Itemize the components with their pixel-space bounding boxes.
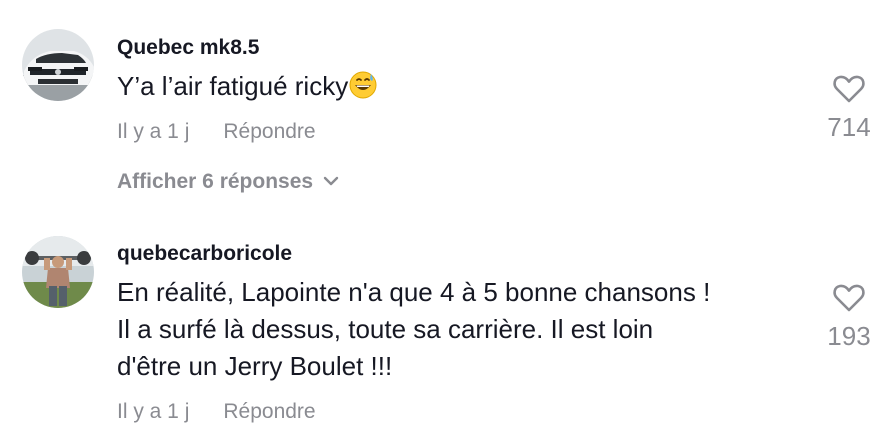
grinning-face-with-sweat-icon bbox=[349, 71, 377, 99]
comment-text: En réalité, Lapointe n'a que 4 à 5 bonne… bbox=[117, 274, 710, 385]
view-replies-label: Afficher 6 réponses bbox=[117, 170, 314, 193]
like-count: 714 bbox=[827, 112, 871, 142]
like-button[interactable]: 193 bbox=[814, 283, 884, 352]
chevron-down-icon bbox=[323, 176, 339, 186]
heart-outline-icon[interactable] bbox=[832, 283, 866, 313]
comment-timestamp: Il y a 1 j bbox=[117, 120, 190, 143]
avatar[interactable] bbox=[22, 236, 94, 308]
comment-meta: Il y a 1 j Répondre bbox=[117, 120, 316, 144]
comment-text-line: d'être un Jerry Boulet !!! bbox=[117, 351, 393, 381]
comment-timestamp: Il y a 1 j bbox=[117, 400, 190, 423]
reply-button[interactable]: Répondre bbox=[223, 400, 315, 423]
like-count: 193 bbox=[827, 321, 871, 351]
comment-text-line: Y’a l’air fatigué ricky bbox=[117, 71, 349, 101]
comment-text-line: En réalité, Lapointe n'a que 4 à 5 bonne… bbox=[117, 277, 711, 307]
person-avatar-image bbox=[22, 236, 94, 308]
comment-username[interactable]: quebecarboricole bbox=[117, 242, 292, 266]
heart-outline-icon[interactable] bbox=[832, 74, 866, 104]
comment-text-line: Il a surfé là dessus, toute sa carrière.… bbox=[117, 314, 654, 344]
comment-username[interactable]: Quebec mk8.5 bbox=[117, 36, 259, 60]
avatar[interactable] bbox=[22, 29, 94, 101]
like-button[interactable]: 714 bbox=[814, 74, 884, 143]
view-replies-button[interactable]: Afficher 6 réponses bbox=[117, 170, 339, 194]
comment-meta: Il y a 1 j Répondre bbox=[117, 400, 316, 424]
car-avatar-image bbox=[22, 29, 94, 101]
comment-text: Y’a l’air fatigué ricky bbox=[117, 68, 377, 105]
reply-button[interactable]: Répondre bbox=[223, 120, 315, 143]
